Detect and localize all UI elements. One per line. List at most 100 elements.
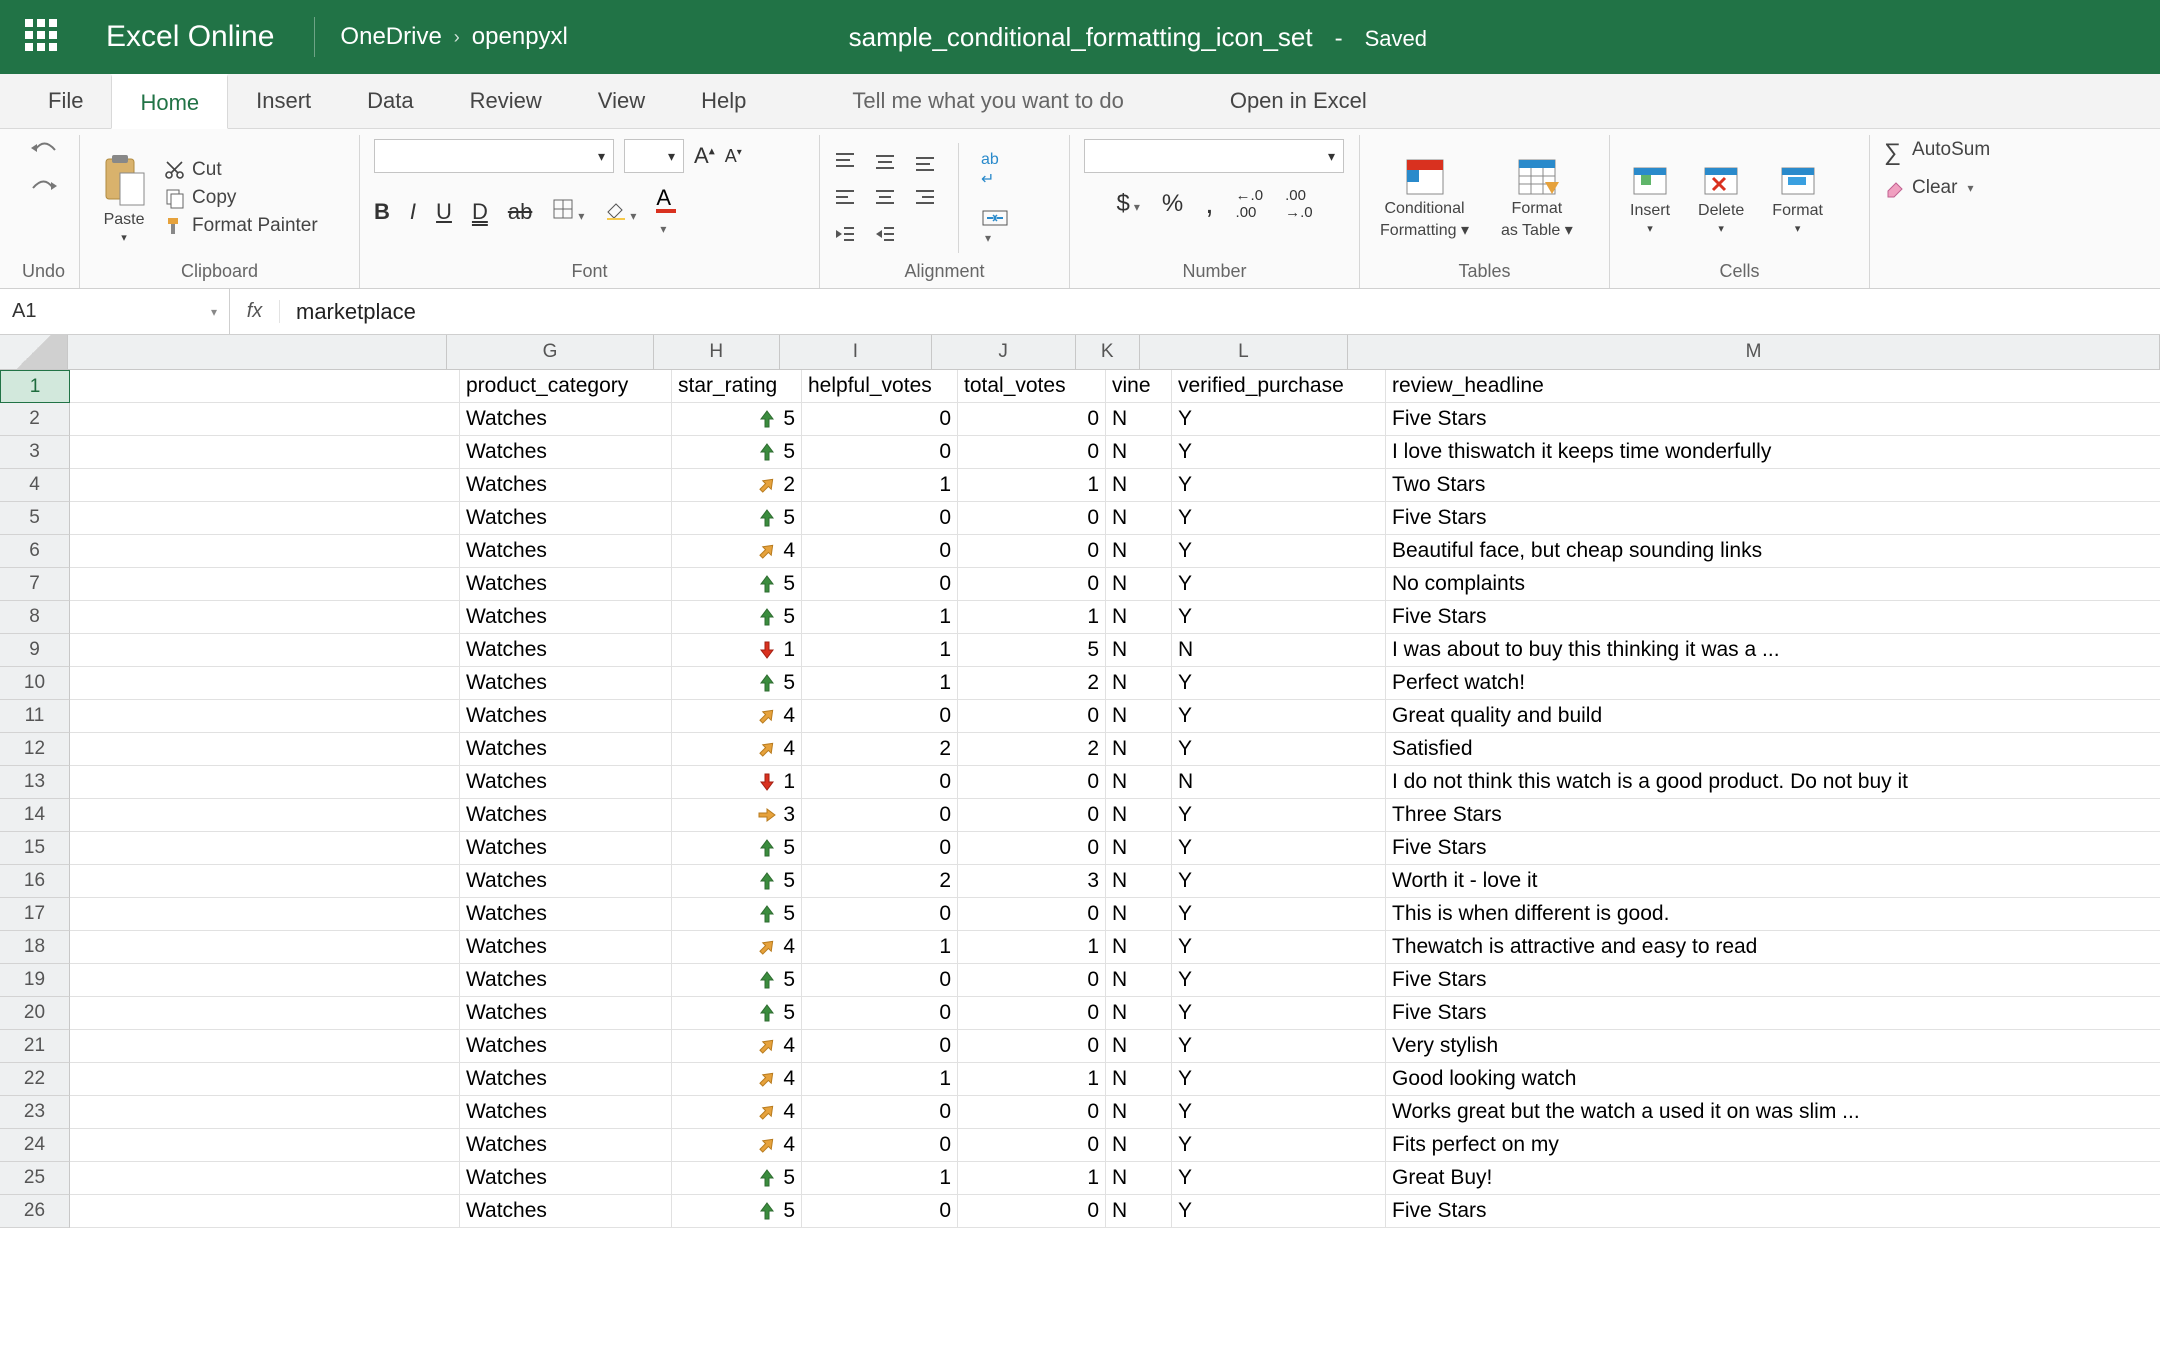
clear-button[interactable]: Clear <box>1884 177 1973 199</box>
increase-decimal-icon[interactable]: ←.0.00 <box>1236 187 1264 221</box>
currency-button[interactable]: $ <box>1116 190 1139 218</box>
cell[interactable]: Very stylish <box>1386 1030 2160 1062</box>
cell[interactable]: Five Stars <box>1386 502 2160 534</box>
cell[interactable] <box>70 1030 460 1062</box>
cell[interactable] <box>70 436 460 468</box>
cell[interactable]: Good looking watch <box>1386 1063 2160 1095</box>
cell[interactable]: N <box>1106 469 1172 501</box>
formula-input[interactable]: marketplace <box>280 299 2160 325</box>
cell[interactable]: Two Stars <box>1386 469 2160 501</box>
undo-button[interactable] <box>29 139 59 161</box>
borders-button[interactable] <box>552 198 584 226</box>
font-color-button[interactable]: A <box>656 185 676 239</box>
cell[interactable]: Y <box>1172 1096 1386 1128</box>
format-painter-button[interactable]: Format Painter <box>164 215 318 237</box>
cell[interactable]: 5 <box>672 1162 802 1194</box>
cell[interactable]: Watches <box>460 667 672 699</box>
cell[interactable]: Beautiful face, but cheap sounding links <box>1386 535 2160 567</box>
cell[interactable]: N <box>1106 403 1172 435</box>
cell[interactable]: Watches <box>460 733 672 765</box>
cell[interactable]: 1 <box>802 469 958 501</box>
merge-button[interactable] <box>981 207 1009 245</box>
cell[interactable]: Satisfied <box>1386 733 2160 765</box>
comma-button[interactable]: , <box>1205 187 1213 221</box>
cell[interactable] <box>70 865 460 897</box>
cell[interactable]: 5 <box>672 667 802 699</box>
cell[interactable] <box>70 898 460 930</box>
format-as-table-button[interactable]: Format as Table ▾ <box>1495 154 1579 242</box>
cell[interactable]: Y <box>1172 535 1386 567</box>
cell[interactable]: N <box>1106 799 1172 831</box>
cell[interactable] <box>70 733 460 765</box>
cell[interactable]: 5 <box>672 568 802 600</box>
cell[interactable]: N <box>1106 502 1172 534</box>
cell[interactable]: Watches <box>460 1096 672 1128</box>
cell[interactable]: Watches <box>460 502 672 534</box>
cell[interactable]: 3 <box>672 799 802 831</box>
cell[interactable] <box>70 997 460 1029</box>
cell[interactable]: Thewatch is attractive and easy to read <box>1386 931 2160 963</box>
cell[interactable]: N <box>1106 766 1172 798</box>
cell[interactable]: Great quality and build <box>1386 700 2160 732</box>
cell[interactable]: Y <box>1172 502 1386 534</box>
breadcrumb-folder[interactable]: openpyxl <box>472 23 568 51</box>
cell[interactable]: 0 <box>958 898 1106 930</box>
cell[interactable]: N <box>1106 1129 1172 1161</box>
cell[interactable]: Watches <box>460 1195 672 1227</box>
wrap-text-button[interactable]: ab↵ <box>981 151 1009 189</box>
cell[interactable] <box>70 832 460 864</box>
cell[interactable]: 0 <box>802 700 958 732</box>
menu-home[interactable]: Home <box>111 74 228 129</box>
cell[interactable]: No complaints <box>1386 568 2160 600</box>
row-header-21[interactable]: 21 <box>0 1030 70 1063</box>
cell[interactable]: Works great but the watch a used it on w… <box>1386 1096 2160 1128</box>
cell[interactable]: 0 <box>802 898 958 930</box>
cell[interactable]: Watches <box>460 601 672 633</box>
cell[interactable]: Watches <box>460 997 672 1029</box>
cell[interactable]: 1 <box>802 634 958 666</box>
cell[interactable] <box>70 535 460 567</box>
cell[interactable] <box>70 700 460 732</box>
cell[interactable]: Five Stars <box>1386 964 2160 996</box>
cell[interactable]: 1 <box>802 1063 958 1095</box>
cell[interactable]: 5 <box>672 964 802 996</box>
autosum-button[interactable]: ∑ AutoSum <box>1884 139 1990 161</box>
cell[interactable]: 5 <box>672 502 802 534</box>
cell[interactable]: 3 <box>958 865 1106 897</box>
cell[interactable]: Watches <box>460 832 672 864</box>
cell[interactable]: Watches <box>460 865 672 897</box>
cell[interactable]: 0 <box>802 403 958 435</box>
cell[interactable]: 0 <box>958 403 1106 435</box>
menu-file[interactable]: File <box>20 74 111 128</box>
cell[interactable]: Three Stars <box>1386 799 2160 831</box>
decrease-font-icon[interactable]: A▾ <box>725 146 742 167</box>
cell[interactable]: Watches <box>460 1030 672 1062</box>
cell[interactable]: N <box>1106 634 1172 666</box>
column-header-M[interactable]: M <box>1348 335 2160 369</box>
cell[interactable]: Watches <box>460 766 672 798</box>
cell[interactable]: 0 <box>802 1030 958 1062</box>
align-bottom-icon[interactable] <box>914 151 936 173</box>
cell[interactable]: I was about to buy this thinking it was … <box>1386 634 2160 666</box>
percent-button[interactable]: % <box>1162 190 1183 218</box>
cell[interactable]: Y <box>1172 1030 1386 1062</box>
row-header-25[interactable]: 25 <box>0 1162 70 1195</box>
cell[interactable]: Y <box>1172 601 1386 633</box>
cell[interactable] <box>70 601 460 633</box>
cell[interactable]: Five Stars <box>1386 832 2160 864</box>
row-header-6[interactable]: 6 <box>0 535 70 568</box>
cell[interactable]: 1 <box>958 1162 1106 1194</box>
cell[interactable]: Y <box>1172 1162 1386 1194</box>
row-header-18[interactable]: 18 <box>0 931 70 964</box>
delete-cells-button[interactable]: Delete▾ <box>1692 160 1750 237</box>
row-header-22[interactable]: 22 <box>0 1063 70 1096</box>
decrease-decimal-icon[interactable]: .00→.0 <box>1285 187 1313 221</box>
cell[interactable] <box>70 1195 460 1227</box>
cell[interactable]: 0 <box>958 766 1106 798</box>
cell[interactable] <box>70 469 460 501</box>
format-cells-button[interactable]: Format▾ <box>1766 160 1829 237</box>
cell[interactable]: 1 <box>672 634 802 666</box>
cell[interactable]: 0 <box>958 436 1106 468</box>
cell[interactable]: N <box>1106 1162 1172 1194</box>
cell[interactable]: N <box>1106 964 1172 996</box>
